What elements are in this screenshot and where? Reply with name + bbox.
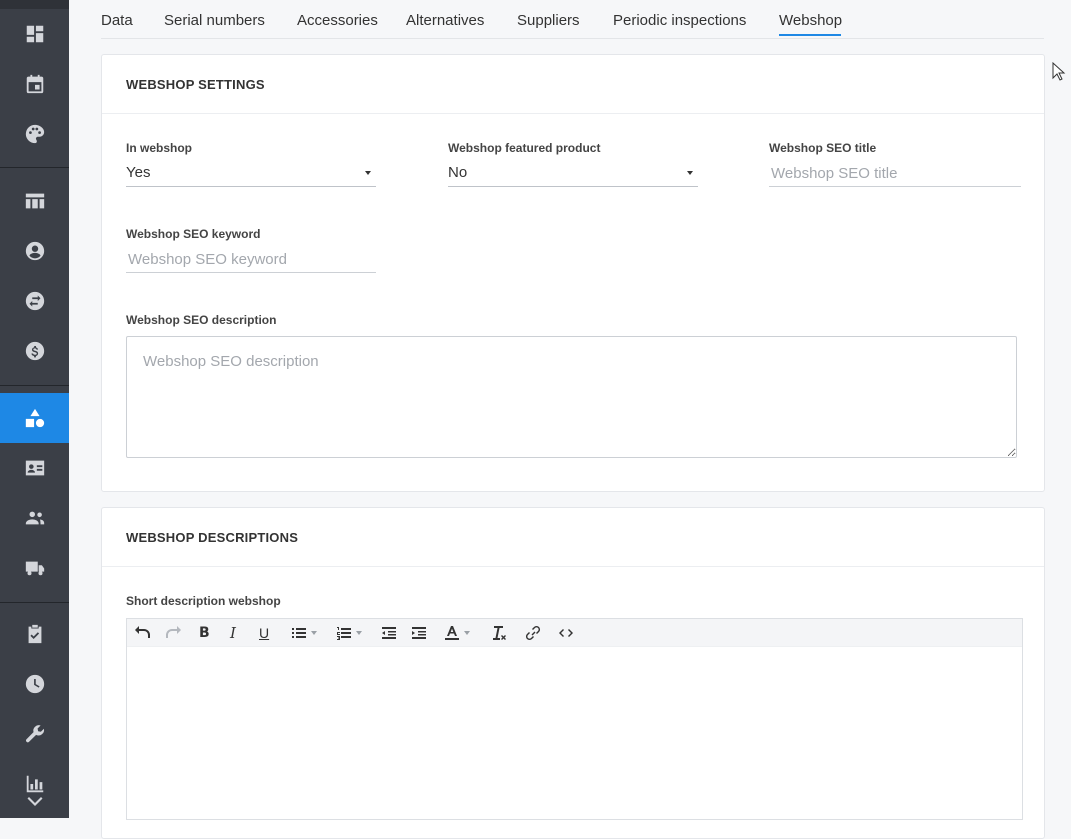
tab-periodic-inspections[interactable]: Periodic inspections (613, 12, 746, 29)
sidebar-item-calendar[interactable] (0, 59, 69, 109)
sidebar-item-maintenance[interactable] (0, 709, 69, 759)
sidebar-item-table[interactable] (0, 176, 69, 226)
editor-toolbar: B I U (127, 619, 1022, 647)
bar-chart-icon (26, 775, 43, 793)
dollar-icon (25, 341, 44, 361)
undo-icon (135, 626, 150, 638)
indent-button[interactable] (411, 623, 427, 643)
code-icon (559, 629, 573, 637)
featured-product-value: No (448, 164, 468, 181)
rich-text-editor: B I U (126, 618, 1023, 820)
card-title: WEBSHOP DESCRIPTIONS (126, 530, 299, 545)
swap-icon (25, 291, 44, 311)
shapes-icon (25, 408, 44, 428)
wrench-icon (25, 725, 44, 743)
dropdown-caret-icon (311, 631, 317, 635)
card-header: WEBSHOP SETTINGS (102, 55, 1044, 114)
in-webshop-value: Yes (126, 164, 151, 181)
bullet-list-button[interactable] (291, 623, 317, 643)
italic-icon: I (230, 624, 236, 642)
clear-format-icon (493, 626, 506, 640)
seo-description-textarea[interactable] (126, 336, 1017, 458)
table-icon (25, 193, 44, 209)
sidebar-top-strip (0, 0, 69, 9)
outdent-icon (382, 627, 396, 639)
italic-button[interactable]: I (230, 623, 236, 643)
link-icon (525, 625, 541, 641)
sidebar-item-products[interactable] (0, 393, 69, 443)
calendar-icon (26, 74, 43, 94)
tab-alternatives[interactable]: Alternatives (406, 12, 484, 29)
chevron-down-icon (27, 797, 43, 806)
numbered-list-button[interactable] (336, 623, 362, 643)
indent-icon (412, 627, 426, 639)
bold-button[interactable]: B (199, 623, 210, 643)
sidebar-expand-button[interactable] (27, 794, 43, 808)
sidebar (0, 0, 69, 818)
sidebar-item-dollar[interactable] (0, 326, 69, 376)
sidebar-item-contacts[interactable] (0, 443, 69, 493)
underline-button[interactable]: U (259, 623, 269, 643)
numbered-list-icon (337, 627, 351, 640)
underline-icon: U (259, 625, 270, 641)
featured-product-select[interactable]: No (448, 160, 698, 187)
clear-format-button[interactable] (491, 623, 507, 643)
dashboard-icon (26, 25, 43, 43)
caret-down-icon (365, 171, 371, 175)
sidebar-item-transport[interactable] (0, 543, 69, 593)
redo-button[interactable] (165, 623, 181, 643)
featured-product-label: Webshop featured product (448, 141, 601, 155)
tab-serial-numbers[interactable]: Serial numbers (164, 12, 265, 29)
sidebar-divider (0, 385, 69, 386)
text-color-button[interactable] (444, 623, 470, 643)
sidebar-item-tasks[interactable] (0, 609, 69, 659)
sidebar-item-time[interactable] (0, 659, 69, 709)
sidebar-item-palette[interactable] (0, 109, 69, 159)
bullet-list-icon (292, 628, 306, 638)
palette-icon (25, 124, 44, 144)
short-description-label: Short description webshop (126, 594, 281, 608)
tab-bar: Data Serial numbers Accessories Alternat… (101, 0, 1044, 39)
link-button[interactable] (525, 623, 541, 643)
clock-icon (25, 674, 44, 694)
tab-data[interactable]: Data (101, 12, 133, 29)
dropdown-caret-icon (464, 631, 470, 635)
sidebar-item-dashboard[interactable] (0, 9, 69, 59)
sidebar-divider (0, 602, 69, 603)
redo-icon (166, 626, 181, 638)
seo-title-input[interactable] (769, 160, 1021, 187)
seo-title-label: Webshop SEO title (769, 141, 877, 155)
clipboard-check-icon (28, 624, 41, 644)
truck-icon (25, 561, 44, 576)
active-tab-indicator (779, 34, 841, 36)
seo-description-label: Webshop SEO description (126, 313, 277, 327)
sidebar-item-user[interactable] (0, 226, 69, 276)
people-icon (25, 511, 44, 525)
card-title: WEBSHOP SETTINGS (126, 77, 265, 92)
webshop-descriptions-card: WEBSHOP DESCRIPTIONS Short description w… (101, 507, 1045, 839)
dropdown-caret-icon (356, 631, 362, 635)
sidebar-item-swap[interactable] (0, 276, 69, 326)
tab-webshop[interactable]: Webshop (779, 12, 842, 29)
tab-suppliers[interactable]: Suppliers (517, 12, 580, 29)
text-color-icon (445, 626, 459, 640)
user-circle-icon (25, 241, 44, 261)
source-code-button[interactable] (558, 623, 574, 643)
bold-icon: B (199, 625, 210, 641)
in-webshop-label: In webshop (126, 141, 192, 155)
outdent-button[interactable] (381, 623, 397, 643)
mouse-cursor-icon (1052, 62, 1066, 81)
seo-keyword-input[interactable] (126, 246, 376, 273)
in-webshop-select[interactable]: Yes (126, 160, 376, 187)
sidebar-divider (0, 167, 69, 168)
caret-down-icon (687, 171, 693, 175)
webshop-settings-card: WEBSHOP SETTINGS In webshop Yes Webshop … (101, 54, 1045, 492)
contact-card-icon (25, 460, 44, 476)
sidebar-item-people[interactable] (0, 493, 69, 543)
card-header: WEBSHOP DESCRIPTIONS (102, 508, 1044, 567)
tab-accessories[interactable]: Accessories (297, 12, 378, 29)
undo-button[interactable] (135, 623, 151, 643)
seo-keyword-label: Webshop SEO keyword (126, 227, 261, 241)
